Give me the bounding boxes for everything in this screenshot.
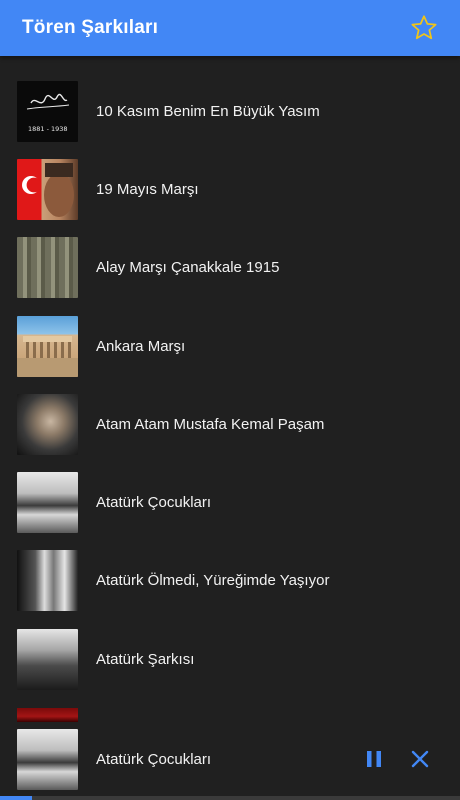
list-item[interactable]: 19 Mayıs Marşı	[0, 150, 460, 228]
song-title: Atatürk Şarkısı	[96, 650, 195, 668]
song-thumbnail	[17, 550, 78, 612]
star-outline-icon	[411, 15, 437, 40]
song-title: Atam Atam Mustafa Kemal Paşam	[96, 415, 325, 433]
song-thumbnail	[17, 237, 78, 299]
list-item[interactable]: 1881 - 1938 10 Kasım Benim En Büyük Yası…	[0, 72, 460, 150]
song-title: Atatürk Çocukları	[96, 494, 212, 512]
close-icon	[411, 750, 429, 768]
song-thumbnail	[17, 315, 78, 377]
playback-progress-bar[interactable]	[0, 796, 460, 800]
app-bar: Tören Şarkıları	[0, 0, 460, 56]
song-thumbnail	[17, 158, 78, 220]
years-label: 1881 - 1938	[28, 125, 68, 133]
pause-icon	[367, 751, 381, 767]
song-thumbnail	[17, 628, 78, 690]
mini-player: Atatürk Çocukları	[0, 722, 460, 796]
song-title: 19 Mayıs Marşı	[96, 180, 199, 198]
list-item[interactable]: Ankara Marşı	[0, 307, 460, 385]
flag-portrait-image	[22, 162, 74, 217]
song-title: Alay Marşı Çanakkale 1915	[96, 259, 280, 277]
song-list: 1881 - 1938 10 Kasım Benim En Büyük Yası…	[0, 72, 460, 698]
playback-progress-fill	[0, 796, 33, 800]
partial-list-item-thumbnail	[17, 708, 78, 722]
list-item[interactable]: Atam Atam Mustafa Kemal Paşam	[0, 385, 460, 463]
song-thumbnail	[17, 472, 78, 534]
favorite-button[interactable]	[404, 8, 444, 48]
song-title: 10 Kasım Benim En Büyük Yasım	[96, 102, 320, 120]
pause-button[interactable]	[354, 739, 394, 779]
close-button[interactable]	[400, 739, 440, 779]
song-thumbnail: 1881 - 1938	[17, 80, 78, 142]
now-playing-title: Atatürk Çocukları	[96, 750, 212, 768]
list-item[interactable]: Atatürk Ölmedi, Yüreğimde Yaşıyor	[0, 542, 460, 620]
song-title: Ankara Marşı	[96, 337, 186, 355]
signature-image: 1881 - 1938	[26, 93, 70, 133]
mausoleum-image	[17, 335, 78, 377]
list-item[interactable]: Atatürk Şarkısı	[0, 620, 460, 698]
now-playing-thumbnail	[17, 728, 78, 790]
list-item[interactable]: Alay Marşı Çanakkale 1915	[0, 229, 460, 307]
list-item[interactable]: Atatürk Çocukları	[0, 463, 460, 541]
page-title: Tören Şarkıları	[22, 17, 159, 38]
song-title: Atatürk Ölmedi, Yüreğimde Yaşıyor	[96, 572, 330, 590]
song-thumbnail	[17, 393, 78, 455]
